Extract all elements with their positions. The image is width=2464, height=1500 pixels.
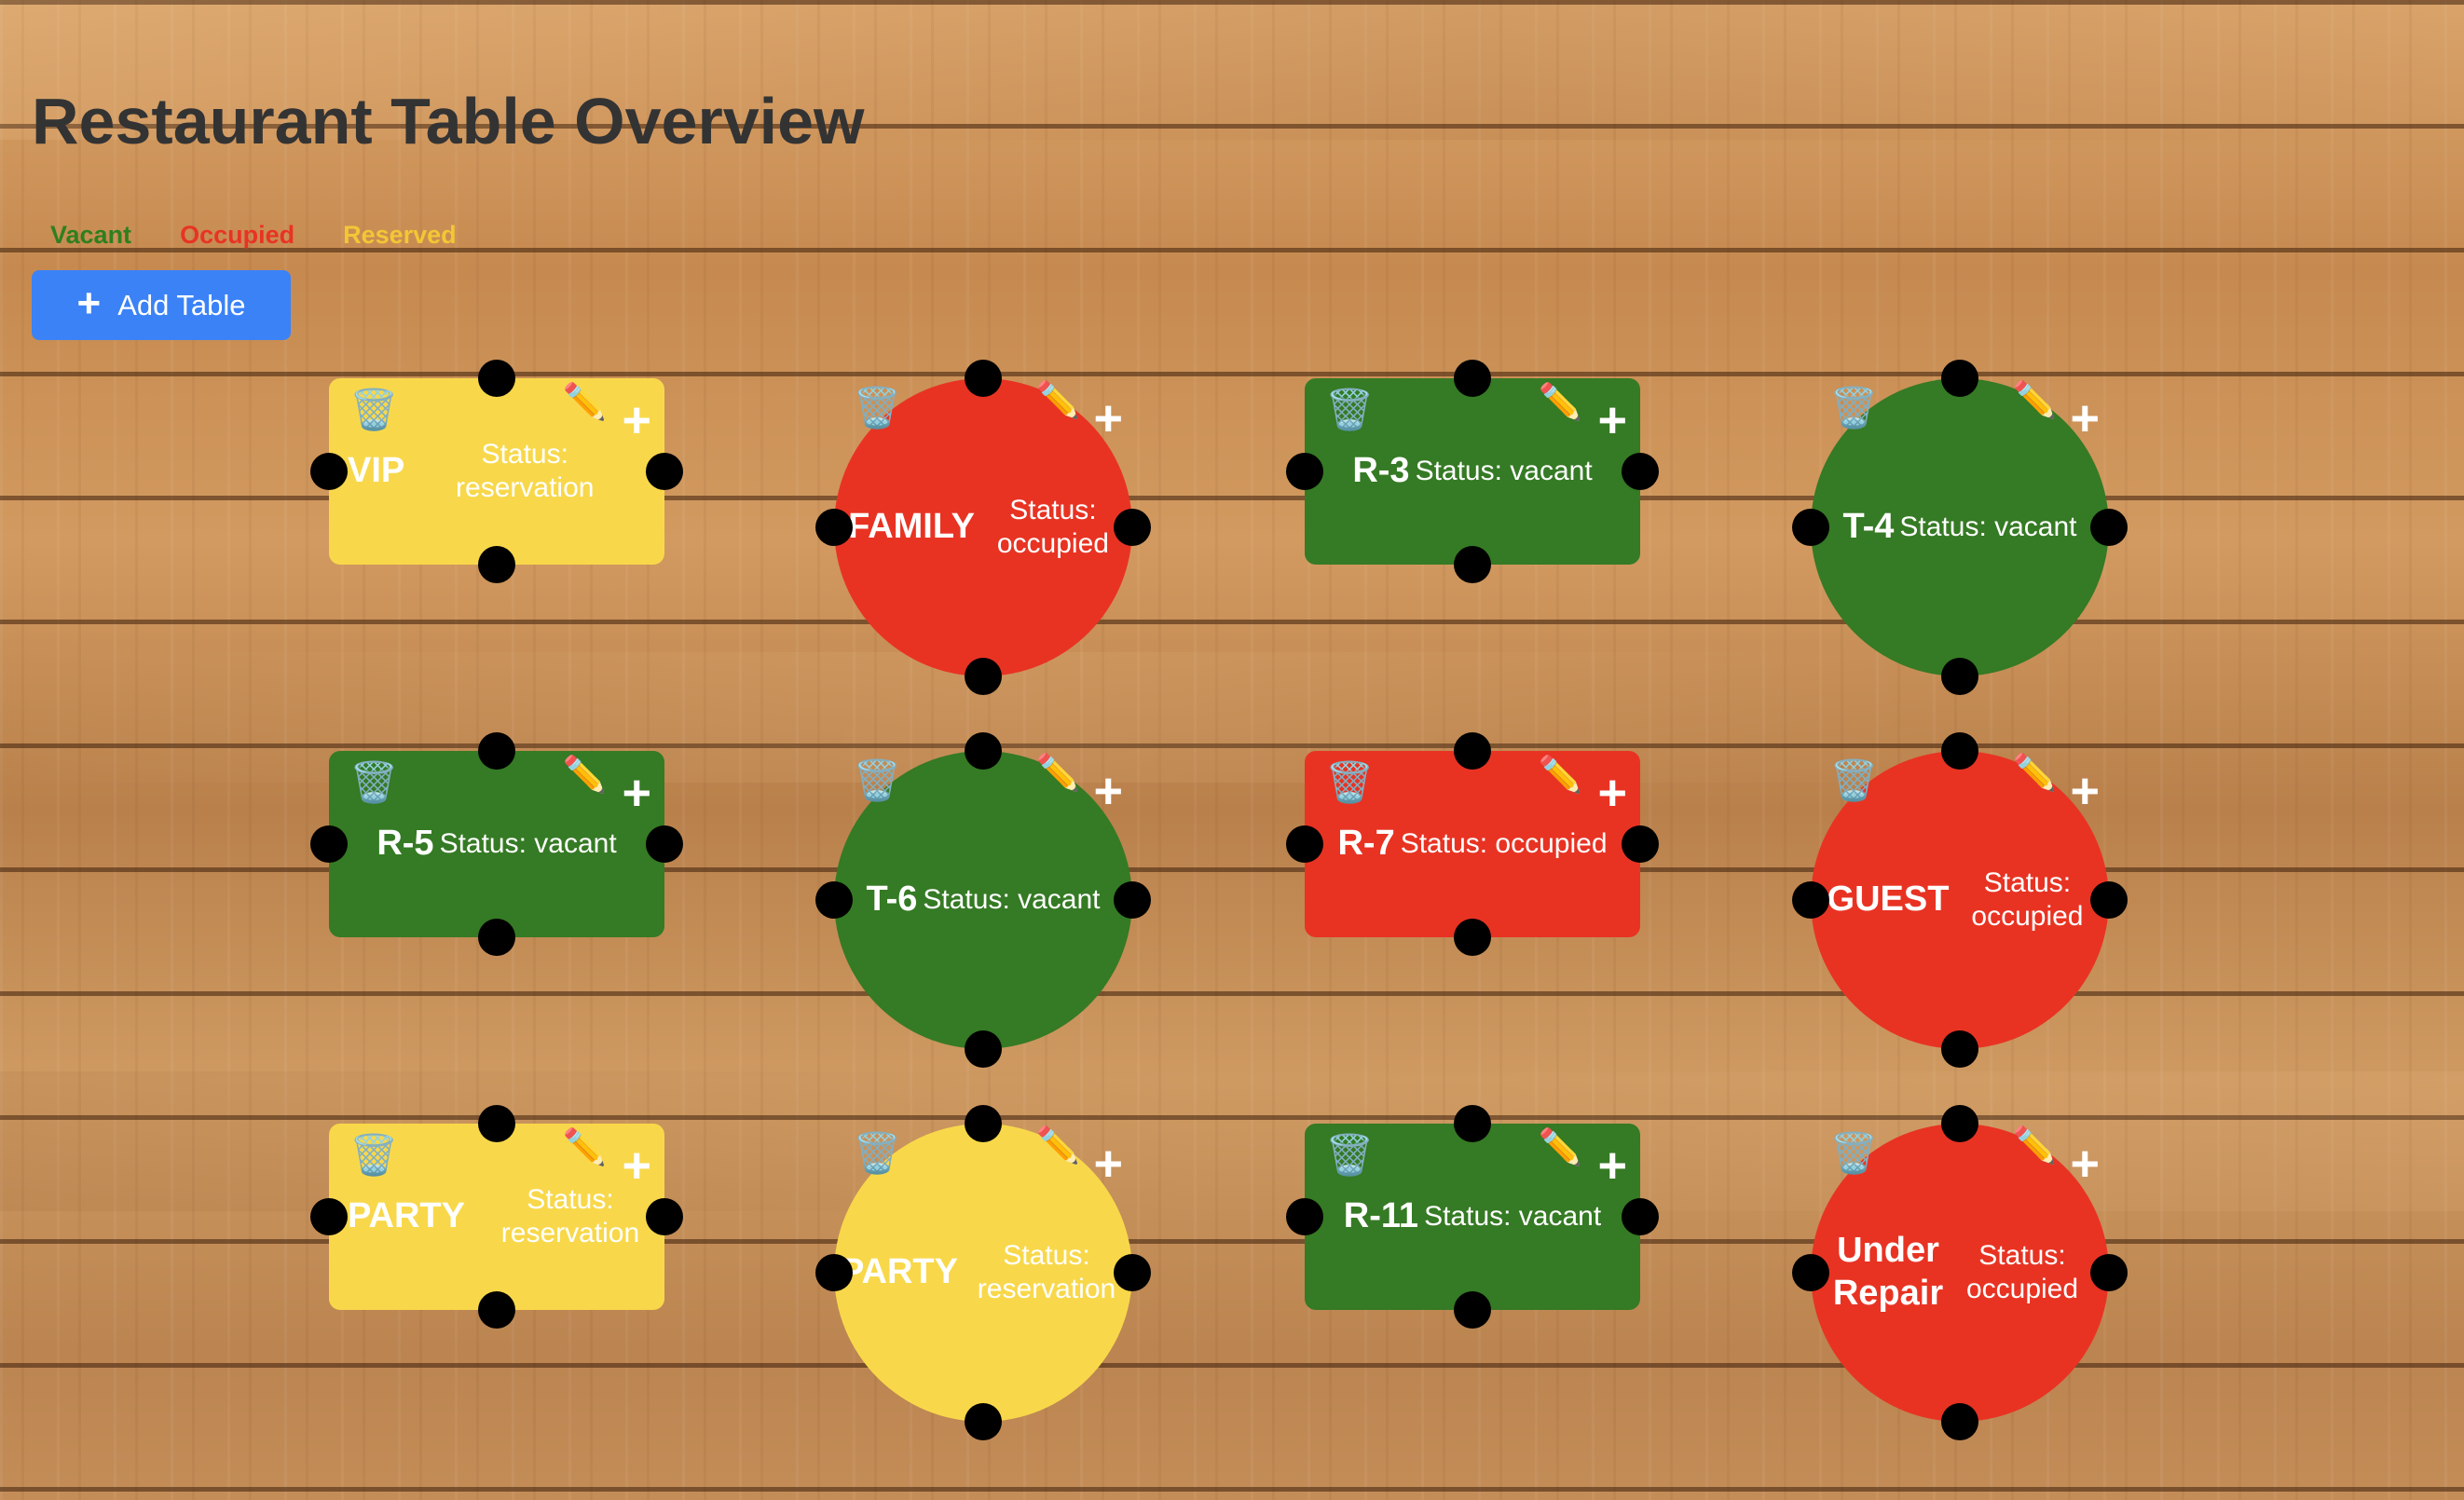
table-name: R-11: [1343, 1196, 1419, 1236]
connector-handle-left[interactable]: [1286, 453, 1323, 490]
connector-handle-right[interactable]: [1114, 1254, 1151, 1291]
table-status: Status: vacant: [1899, 511, 2077, 542]
table-card[interactable]: 🗑️ ✏️ + PARTY Status: reservation: [815, 1105, 1151, 1440]
table-name: GUEST: [1827, 880, 1950, 920]
table-status: Status: occupied: [1400, 828, 1608, 859]
connector-handle-right[interactable]: [2090, 1254, 2128, 1291]
connector-handle-left[interactable]: [1286, 1198, 1323, 1235]
connector-handle-bottom[interactable]: [478, 546, 515, 583]
connector-handle-right[interactable]: [1622, 825, 1659, 863]
connector-handle-left[interactable]: [815, 881, 853, 919]
table-status: Status: occupied: [996, 495, 1109, 559]
connector-handle-bottom[interactable]: [965, 1030, 1002, 1068]
table-card[interactable]: 🗑️ ✏️ + PARTY Status: reservation: [310, 1105, 683, 1329]
table-name: VIP: [348, 451, 405, 491]
table-card[interactable]: 🗑️ ✏️ + R-7 Status: occupied: [1286, 732, 1659, 956]
table-status: Status: reservation: [456, 439, 595, 503]
connector-handle-right[interactable]: [646, 825, 683, 863]
legend-vacant: Vacant: [50, 221, 132, 249]
table-card[interactable]: 🗑️ ✏️ + T-6 Status: vacant: [815, 732, 1151, 1068]
connector-handle-right[interactable]: [646, 453, 683, 490]
connector-handle-right[interactable]: [2090, 509, 2128, 546]
connector-handle-top[interactable]: [1454, 360, 1491, 397]
table-status: Status: reservation: [977, 1240, 1116, 1304]
connector-handle-bottom[interactable]: [965, 1403, 1002, 1440]
connector-handle-left[interactable]: [1286, 825, 1323, 863]
connector-handle-bottom[interactable]: [1941, 658, 1978, 695]
connector-handle-left[interactable]: [815, 509, 853, 546]
connector-handle-right[interactable]: [1622, 1198, 1659, 1235]
table-status: Status: occupied: [1965, 1240, 2079, 1304]
table-card[interactable]: 🗑️ ✏️ + T-4 Status: vacant: [1792, 360, 2128, 695]
connector-handle-left[interactable]: [1792, 881, 1829, 919]
table-card[interactable]: 🗑️ ✏️ + R-11 Status: vacant: [1286, 1105, 1659, 1329]
table-name: R-5: [376, 824, 434, 864]
connector-handle-top[interactable]: [478, 1105, 515, 1142]
table-name: R-3: [1352, 451, 1410, 491]
table-status: Status: vacant: [439, 828, 617, 859]
legend-reserved: Reserved: [343, 221, 457, 249]
table-card[interactable]: 🗑️ ✏️ + FAMILY Status: occupied: [815, 360, 1151, 695]
page-title: Restaurant Table Overview: [32, 85, 865, 157]
connector-handle-top[interactable]: [1454, 1105, 1491, 1142]
connector-handle-bottom[interactable]: [965, 658, 1002, 695]
connector-handle-top[interactable]: [965, 360, 1002, 397]
connector-handle-left[interactable]: [310, 453, 348, 490]
table-name: T-4: [1842, 507, 1895, 547]
table-name: PARTY: [841, 1252, 958, 1292]
table-card[interactable]: 🗑️ ✏️ + Under Repair Status: occupied: [1792, 1105, 2128, 1440]
connector-handle-left[interactable]: [1792, 509, 1829, 546]
connector-handle-top[interactable]: [1454, 732, 1491, 770]
connector-handle-bottom[interactable]: [1941, 1030, 1978, 1068]
connector-handle-top[interactable]: [478, 732, 515, 770]
table-name: T-6: [866, 880, 918, 920]
status-legend: Vacant Occupied Reserved: [50, 221, 505, 250]
plus-icon: +: [76, 280, 102, 326]
connector-handle-left[interactable]: [815, 1254, 853, 1291]
connector-handle-top[interactable]: [1941, 732, 1978, 770]
connector-handle-bottom[interactable]: [478, 1291, 515, 1329]
connector-handle-right[interactable]: [1114, 509, 1151, 546]
connector-handle-bottom[interactable]: [1454, 1291, 1491, 1329]
table-card[interactable]: 🗑️ ✏️ + R-5 Status: vacant: [310, 732, 683, 956]
legend-occupied: Occupied: [180, 221, 295, 249]
connector-handle-right[interactable]: [1622, 453, 1659, 490]
table-status: Status: occupied: [1971, 867, 2084, 932]
table-status: Status: reservation: [500, 1184, 640, 1248]
add-table-label: Add Table: [117, 288, 246, 321]
connector-handle-right[interactable]: [646, 1198, 683, 1235]
table-status: Status: vacant: [1424, 1201, 1602, 1232]
connector-handle-left[interactable]: [1792, 1254, 1829, 1291]
table-card[interactable]: 🗑️ ✏️ + GUEST Status: occupied: [1792, 732, 2128, 1068]
table-name: Under Repair: [1832, 1231, 1944, 1313]
connector-handle-right[interactable]: [2090, 881, 2128, 919]
connector-handle-bottom[interactable]: [478, 919, 515, 956]
table-name: FAMILY: [848, 507, 975, 547]
connector-handle-left[interactable]: [310, 1198, 348, 1235]
connector-handle-bottom[interactable]: [1454, 919, 1491, 956]
connector-handle-bottom[interactable]: [1941, 1403, 1978, 1440]
table-card[interactable]: 🗑️ ✏️ + VIP Status: reservation: [310, 360, 683, 583]
table-status: Status: vacant: [1415, 456, 1593, 486]
connector-handle-top[interactable]: [965, 732, 1002, 770]
table-name: R-7: [1337, 824, 1395, 864]
connector-handle-top[interactable]: [965, 1105, 1002, 1142]
connector-handle-top[interactable]: [478, 360, 515, 397]
connector-handle-top[interactable]: [1941, 1105, 1978, 1142]
table-status: Status: vacant: [923, 884, 1101, 915]
table-name: PARTY: [348, 1196, 465, 1236]
connector-handle-bottom[interactable]: [1454, 546, 1491, 583]
connector-handle-right[interactable]: [1114, 881, 1151, 919]
connector-handle-left[interactable]: [310, 825, 348, 863]
connector-handle-top[interactable]: [1941, 360, 1978, 397]
table-card[interactable]: 🗑️ ✏️ + R-3 Status: vacant: [1286, 360, 1659, 583]
add-table-button[interactable]: + Add Table: [32, 270, 291, 340]
